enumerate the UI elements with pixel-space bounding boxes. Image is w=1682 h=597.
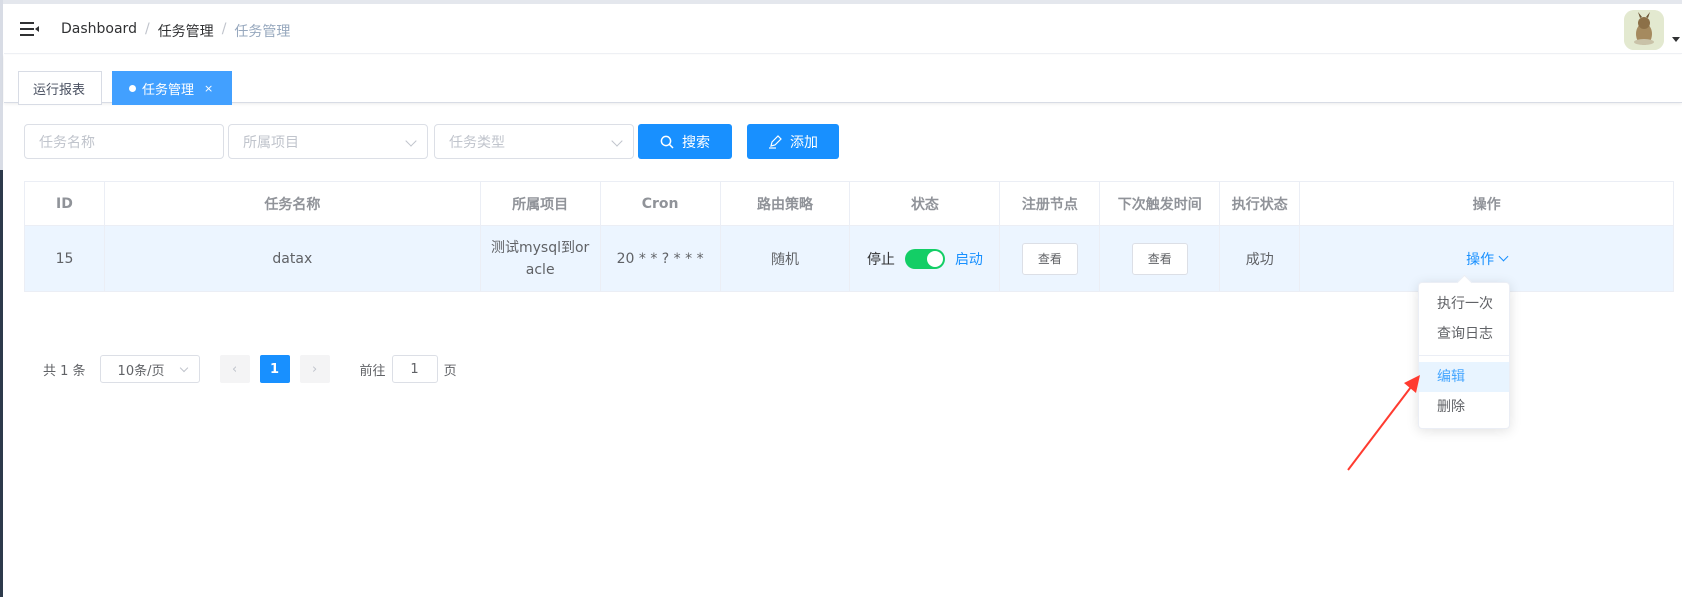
search-icon — [660, 135, 674, 149]
menu-item-delete[interactable]: 删除 — [1419, 392, 1509, 422]
task-name-placeholder: 任务名称 — [39, 134, 95, 151]
header-cron: Cron — [600, 182, 721, 226]
sidebar-edge — [0, 0, 3, 597]
chevron-down-icon[interactable] — [1672, 37, 1680, 42]
hamburger-icon[interactable] — [20, 20, 40, 38]
add-label: 添加 — [790, 134, 818, 151]
project-select[interactable]: 所属项目 — [228, 124, 428, 159]
header-route: 路由策略 — [720, 182, 851, 226]
header-next-trigger: 下次触发时间 — [1100, 182, 1221, 226]
menu-divider — [1419, 355, 1509, 356]
menu-item-query-log[interactable]: 查询日志 — [1419, 319, 1509, 349]
pagination: 共 1 条 10条/页 ‹ 1 › 前往 1 页 — [43, 355, 457, 383]
page-size-value: 10条/页 — [117, 363, 165, 379]
chevron-left-icon: ‹ — [231, 361, 238, 377]
header-id: ID — [25, 182, 105, 226]
breadcrumb-task-management[interactable]: 任务管理 — [158, 21, 214, 41]
breadcrumb-current: 任务管理 — [234, 24, 291, 40]
header-project: 所属项目 — [480, 182, 601, 226]
task-table: ID 任务名称 所属项目 Cron 路由策略 状态 注册节点 下次触发时间 执行… — [24, 181, 1674, 292]
cell-registry: 查看 — [1000, 226, 1101, 292]
tab-label: 任务管理 — [142, 82, 195, 98]
avatar-image — [1624, 10, 1664, 50]
actions-dropdown-menu: 执行一次 查询日志 编辑 删除 — [1418, 282, 1510, 429]
status-switch[interactable] — [904, 248, 945, 269]
sidebar-dark-edge — [0, 170, 3, 597]
page-jump: 前往 1 页 — [360, 355, 457, 383]
actions-label: 操作 — [1466, 251, 1495, 268]
add-button[interactable]: 添加 — [747, 124, 839, 159]
header-exec-status: 执行状态 — [1220, 182, 1301, 226]
tab-label: 运行报表 — [33, 82, 86, 98]
breadcrumb-dashboard[interactable]: Dashboard — [61, 21, 137, 41]
navbar: Dashboard / 任务管理 / 任务管理 — [4, 4, 1682, 54]
table-header: ID 任务名称 所属项目 Cron 路由策略 状态 注册节点 下次触发时间 执行… — [25, 182, 1674, 226]
status-switch-group: 停止 启动 — [867, 248, 983, 269]
tab-run-report[interactable]: 运行报表 — [18, 71, 102, 105]
task-type-placeholder: 任务类型 — [449, 134, 505, 151]
breadcrumb-separator: / — [221, 21, 227, 37]
active-dot-icon — [129, 84, 136, 92]
chevron-down-icon — [405, 135, 417, 147]
jump-suffix: 页 — [443, 363, 457, 379]
task-type-select[interactable]: 任务类型 — [434, 124, 634, 159]
menu-item-run-once[interactable]: 执行一次 — [1419, 289, 1509, 319]
page-size-select[interactable]: 10条/页 — [99, 355, 200, 383]
chevron-down-icon — [611, 135, 623, 147]
header-status: 状态 — [850, 182, 1001, 226]
cell-task-name: datax — [104, 226, 481, 292]
cell-route: 随机 — [720, 226, 851, 292]
next-page-button[interactable]: › — [299, 355, 330, 383]
close-icon[interactable]: × — [204, 82, 213, 95]
edit-icon — [769, 134, 782, 149]
project-placeholder: 所属项目 — [243, 134, 299, 151]
search-button[interactable]: 搜索 — [638, 124, 732, 159]
prev-page-button[interactable]: ‹ — [219, 355, 250, 383]
tab-task-management[interactable]: 任务管理 × — [112, 71, 232, 105]
cell-id: 15 — [25, 226, 105, 292]
cell-cron: 20 * * ? * * * — [600, 226, 721, 292]
cell-project: 测试mysql到oracle — [480, 226, 601, 292]
breadcrumb-separator: / — [144, 21, 150, 37]
header-actions: 操作 — [1300, 182, 1674, 226]
cell-status: 停止 启动 — [850, 226, 1001, 292]
annotation-arrow-icon — [1347, 375, 1420, 471]
chevron-right-icon: › — [311, 361, 318, 377]
avatar[interactable] — [1624, 10, 1664, 50]
view-next-trigger-button[interactable]: 查看 — [1131, 242, 1188, 275]
page-number-button[interactable]: 1 — [259, 355, 290, 383]
task-name-input[interactable]: 任务名称 — [24, 124, 224, 159]
switch-off-label[interactable]: 停止 — [867, 249, 895, 269]
chevron-down-icon — [179, 363, 188, 373]
tags-view: 运行报表 任务管理 × — [4, 55, 1682, 105]
switch-on-label[interactable]: 启动 — [955, 249, 983, 269]
menu-item-edit[interactable]: 编辑 — [1419, 362, 1509, 392]
jump-prefix: 前往 — [359, 363, 386, 379]
header-task-name: 任务名称 — [104, 182, 481, 226]
header-registry: 注册节点 — [1000, 182, 1101, 226]
chevron-down-icon — [1498, 251, 1509, 262]
project-text: 测试mysql到oracle — [491, 239, 590, 278]
cell-next-trigger: 查看 — [1100, 226, 1221, 292]
search-label: 搜索 — [682, 134, 710, 151]
cell-exec-status: 成功 — [1220, 226, 1301, 292]
actions-dropdown-trigger[interactable]: 操作 — [1466, 249, 1509, 269]
jump-page-input[interactable]: 1 — [391, 355, 438, 383]
pagination-total: 共 1 条 — [43, 363, 86, 379]
breadcrumb: Dashboard / 任务管理 / 任务管理 — [61, 21, 290, 41]
view-registry-button[interactable]: 查看 — [1021, 242, 1078, 275]
